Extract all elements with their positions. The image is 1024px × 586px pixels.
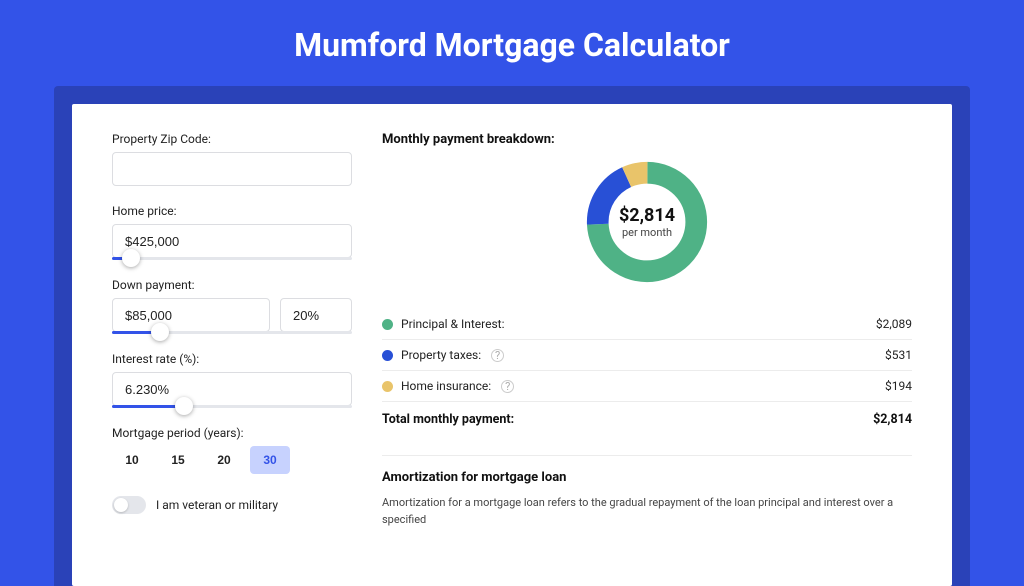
- veteran-toggle-knob: [114, 498, 128, 512]
- interest-slider[interactable]: [112, 405, 352, 408]
- donut-sub: per month: [622, 226, 672, 239]
- zip-group: Property Zip Code:: [112, 132, 352, 186]
- legend-row-taxes: Property taxes: ? $531: [382, 340, 912, 371]
- down-payment-pct-input[interactable]: [280, 298, 352, 332]
- breakdown-title: Monthly payment breakdown:: [382, 132, 912, 147]
- page-title: Mumford Mortgage Calculator: [0, 0, 1024, 86]
- home-price-group: Home price:: [112, 204, 352, 260]
- home-price-input[interactable]: [112, 224, 352, 258]
- donut-amount: $2,814: [619, 205, 675, 226]
- legend-row-principal: Principal & Interest: $2,089: [382, 309, 912, 340]
- period-options: 10 15 20 30: [112, 446, 352, 474]
- legend-value: $194: [885, 379, 912, 393]
- down-payment-slider[interactable]: [112, 331, 352, 334]
- calculator-card: Property Zip Code: Home price: Down paym…: [72, 104, 952, 586]
- legend-value: $2,089: [876, 317, 912, 331]
- legend-label: Property taxes:: [401, 348, 481, 362]
- input-column: Property Zip Code: Home price: Down paym…: [112, 132, 352, 586]
- period-group: Mortgage period (years): 10 15 20 30: [112, 426, 352, 474]
- total-label: Total monthly payment:: [382, 412, 514, 427]
- total-value: $2,814: [873, 412, 912, 427]
- home-price-slider-thumb[interactable]: [122, 249, 140, 267]
- legend-label: Principal & Interest:: [401, 317, 505, 331]
- home-price-label: Home price:: [112, 204, 352, 218]
- veteran-label: I am veteran or military: [156, 498, 278, 512]
- interest-slider-fill: [112, 405, 184, 408]
- down-payment-slider-thumb[interactable]: [151, 323, 169, 341]
- donut-chart: $2,814 per month: [582, 157, 712, 287]
- interest-label: Interest rate (%):: [112, 352, 352, 366]
- period-btn-15[interactable]: 15: [158, 446, 198, 474]
- legend-value: $531: [885, 348, 912, 362]
- donut-center: $2,814 per month: [582, 157, 712, 287]
- period-btn-10[interactable]: 10: [112, 446, 152, 474]
- card-backdrop: Property Zip Code: Home price: Down paym…: [54, 86, 970, 586]
- total-row: Total monthly payment: $2,814: [382, 402, 912, 443]
- period-btn-20[interactable]: 20: [204, 446, 244, 474]
- zip-label: Property Zip Code:: [112, 132, 352, 146]
- interest-input[interactable]: [112, 372, 352, 406]
- home-price-slider[interactable]: [112, 257, 352, 260]
- period-btn-30[interactable]: 30: [250, 446, 290, 474]
- legend-row-insurance: Home insurance: ? $194: [382, 371, 912, 402]
- donut-chart-wrap: $2,814 per month: [382, 157, 912, 287]
- dot-icon: [382, 350, 393, 361]
- zip-input[interactable]: [112, 152, 352, 186]
- veteran-row: I am veteran or military: [112, 496, 352, 514]
- interest-slider-thumb[interactable]: [175, 397, 193, 415]
- breakdown-column: Monthly payment breakdown: $2,814 per mo…: [382, 132, 912, 586]
- interest-group: Interest rate (%):: [112, 352, 352, 408]
- period-label: Mortgage period (years):: [112, 426, 352, 440]
- info-icon[interactable]: ?: [501, 380, 514, 393]
- dot-icon: [382, 319, 393, 330]
- down-payment-label: Down payment:: [112, 278, 352, 292]
- down-payment-group: Down payment:: [112, 278, 352, 334]
- amortization-title: Amortization for mortgage loan: [382, 455, 912, 485]
- veteran-toggle[interactable]: [112, 496, 146, 514]
- down-payment-input[interactable]: [112, 298, 270, 332]
- legend-label: Home insurance:: [401, 379, 491, 393]
- info-icon[interactable]: ?: [491, 349, 504, 362]
- dot-icon: [382, 381, 393, 392]
